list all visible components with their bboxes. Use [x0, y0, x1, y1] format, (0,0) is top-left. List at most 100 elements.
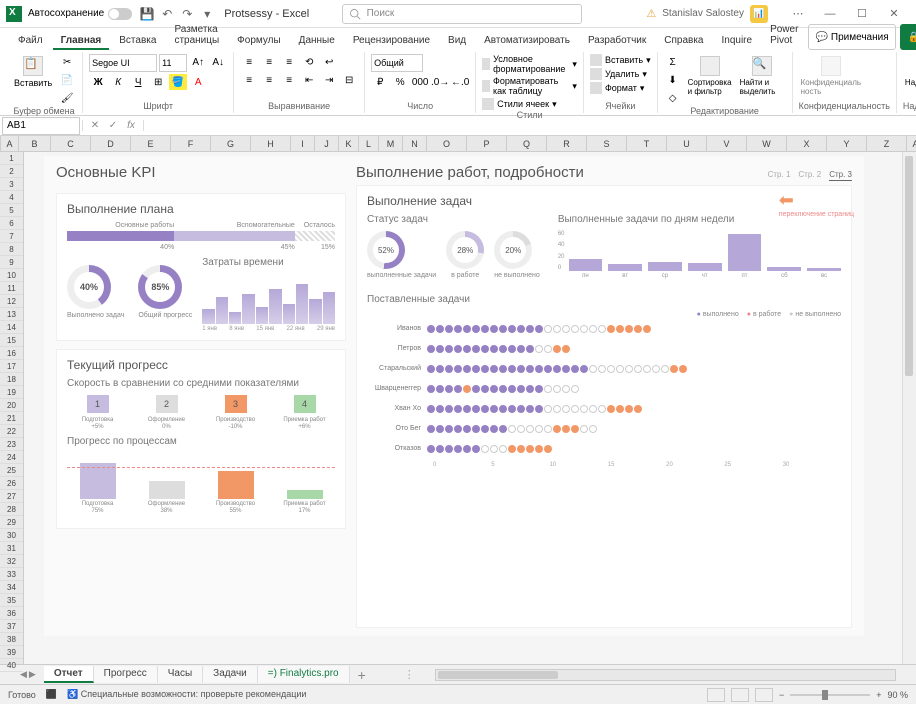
- tab-insert[interactable]: Вставка: [111, 33, 164, 50]
- sort-filter-button[interactable]: Сортировка и фильтр: [686, 54, 734, 98]
- insert-cells-button[interactable]: Вставить ▾: [590, 54, 651, 66]
- row-header[interactable]: 12: [0, 295, 23, 308]
- row-header[interactable]: 34: [0, 581, 23, 594]
- column-header[interactable]: G: [211, 136, 251, 151]
- comma-icon[interactable]: 000: [411, 74, 429, 90]
- fx-icon[interactable]: fx: [123, 120, 139, 131]
- tab-file[interactable]: Файл: [10, 33, 51, 50]
- row-header[interactable]: 33: [0, 568, 23, 581]
- tab-developer[interactable]: Разработчик: [580, 33, 654, 50]
- font-size-select[interactable]: [159, 54, 187, 72]
- column-header[interactable]: W: [747, 136, 787, 151]
- column-header[interactable]: R: [547, 136, 587, 151]
- bold-button[interactable]: Ж: [89, 74, 107, 90]
- tab-powerpivot[interactable]: Power Pivot: [762, 22, 806, 50]
- row-header[interactable]: 5: [0, 204, 23, 217]
- add-sheet-button[interactable]: +: [350, 667, 374, 683]
- column-header[interactable]: S: [587, 136, 627, 151]
- number-format-select[interactable]: [371, 54, 423, 72]
- row-header[interactable]: 22: [0, 425, 23, 438]
- user-avatar[interactable]: 📊: [750, 5, 768, 23]
- row-header[interactable]: 16: [0, 347, 23, 360]
- align-bottom-icon[interactable]: ≡: [280, 54, 298, 70]
- toggle-icon[interactable]: [108, 8, 132, 20]
- tab-inquire[interactable]: Inquire: [714, 33, 761, 50]
- qat-dropdown-icon[interactable]: ▾: [200, 7, 214, 21]
- inc-decimal-icon[interactable]: .0→: [431, 74, 449, 90]
- row-header[interactable]: 35: [0, 594, 23, 607]
- underline-button[interactable]: Ч: [129, 74, 147, 90]
- horizontal-scrollbar[interactable]: [435, 669, 896, 681]
- sheet-tab[interactable]: Прогресс: [94, 666, 158, 683]
- row-header[interactable]: 32: [0, 555, 23, 568]
- sheet-tab[interactable]: Задачи: [203, 666, 258, 683]
- column-header[interactable]: T: [627, 136, 667, 151]
- row-header[interactable]: 2: [0, 165, 23, 178]
- orientation-icon[interactable]: ⟲: [300, 54, 318, 70]
- column-header[interactable]: J: [315, 136, 339, 151]
- wrap-text-icon[interactable]: ↩: [320, 54, 338, 70]
- sheet-nav[interactable]: ◀▶: [20, 669, 36, 680]
- row-header[interactable]: 8: [0, 243, 23, 256]
- row-header[interactable]: 6: [0, 217, 23, 230]
- row-header[interactable]: 37: [0, 620, 23, 633]
- row-header[interactable]: 4: [0, 191, 23, 204]
- column-header[interactable]: U: [667, 136, 707, 151]
- row-header[interactable]: 36: [0, 607, 23, 620]
- undo-icon[interactable]: ↶: [160, 7, 174, 21]
- sheet-tab[interactable]: Отчет: [44, 666, 94, 683]
- row-header[interactable]: 11: [0, 282, 23, 295]
- format-cells-button[interactable]: Формат ▾: [590, 82, 645, 94]
- paste-button[interactable]: 📋Вставить: [12, 54, 54, 90]
- dec-decimal-icon[interactable]: ←.0: [451, 74, 469, 90]
- sensitivity-button[interactable]: Конфиденциаль ность: [799, 54, 863, 98]
- fill-icon[interactable]: ⬇: [664, 72, 682, 88]
- format-painter-icon[interactable]: 🖌: [58, 90, 76, 106]
- italic-button[interactable]: К: [109, 74, 127, 90]
- column-header[interactable]: A: [1, 136, 19, 151]
- column-header[interactable]: C: [51, 136, 91, 151]
- tab-layout[interactable]: Разметка страницы: [166, 22, 227, 50]
- indent-right-icon[interactable]: ⇥: [320, 72, 338, 88]
- column-header[interactable]: Q: [507, 136, 547, 151]
- column-header[interactable]: I: [291, 136, 315, 151]
- conditional-formatting-button[interactable]: Условное форматирование ▾: [482, 54, 577, 74]
- column-header[interactable]: N: [403, 136, 427, 151]
- tab-help[interactable]: Справка: [656, 33, 711, 50]
- row-header[interactable]: 30: [0, 529, 23, 542]
- page-tab[interactable]: Стр. 2: [798, 170, 821, 181]
- column-header[interactable]: O: [427, 136, 467, 151]
- column-header[interactable]: Y: [827, 136, 867, 151]
- clear-icon[interactable]: ◇: [664, 90, 682, 106]
- row-header[interactable]: 13: [0, 308, 23, 321]
- row-header[interactable]: 38: [0, 633, 23, 646]
- minimize-button[interactable]: —: [814, 2, 846, 26]
- cut-icon[interactable]: ✂: [58, 54, 76, 70]
- close-button[interactable]: ✕: [878, 2, 910, 26]
- row-header[interactable]: 39: [0, 646, 23, 659]
- row-header[interactable]: 29: [0, 516, 23, 529]
- user-name[interactable]: Stanislav Salostey: [662, 8, 744, 19]
- row-header[interactable]: 3: [0, 178, 23, 191]
- row-header[interactable]: 19: [0, 386, 23, 399]
- row-header[interactable]: 24: [0, 451, 23, 464]
- align-left-icon[interactable]: ≡: [240, 72, 258, 88]
- worksheet-canvas[interactable]: Основные KPI Выполнение плана Основные р…: [24, 152, 916, 664]
- maximize-button[interactable]: ☐: [846, 2, 878, 26]
- vertical-scrollbar[interactable]: [902, 152, 916, 664]
- search-input[interactable]: Поиск: [342, 4, 582, 24]
- align-middle-icon[interactable]: ≡: [260, 54, 278, 70]
- tab-home[interactable]: Главная: [53, 33, 110, 50]
- row-header[interactable]: 9: [0, 256, 23, 269]
- delete-cells-button[interactable]: Удалить ▾: [590, 68, 647, 80]
- row-header[interactable]: 7: [0, 230, 23, 243]
- fill-color-icon[interactable]: 🪣: [169, 74, 187, 90]
- tab-formulas[interactable]: Формулы: [229, 33, 289, 50]
- row-header[interactable]: 14: [0, 321, 23, 334]
- align-top-icon[interactable]: ≡: [240, 54, 258, 70]
- border-icon[interactable]: ⊞: [149, 74, 167, 90]
- increase-font-icon[interactable]: A↑: [189, 54, 207, 70]
- tab-data[interactable]: Данные: [291, 33, 343, 50]
- column-header[interactable]: P: [467, 136, 507, 151]
- row-header[interactable]: 27: [0, 490, 23, 503]
